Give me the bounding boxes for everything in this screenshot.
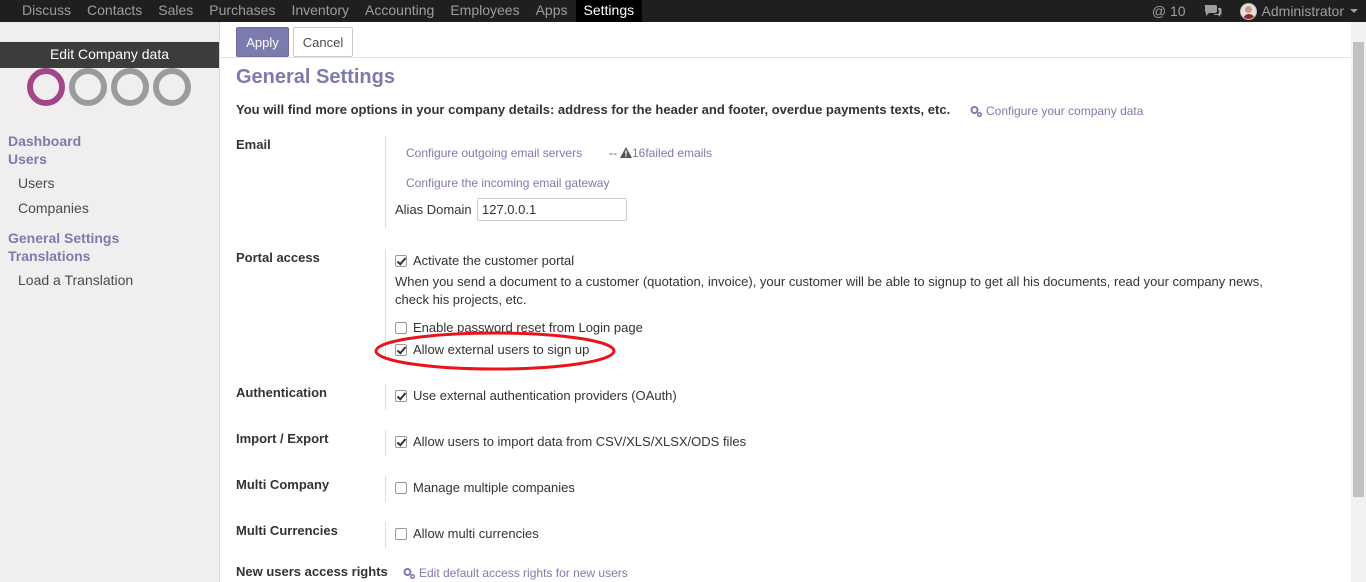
activate-portal-label: Activate the customer portal bbox=[413, 253, 575, 268]
new-users-section-label: New users access rights bbox=[236, 564, 388, 579]
failed-emails-label: 16failed emails bbox=[632, 146, 713, 160]
sidebar-item-users[interactable]: Users bbox=[18, 175, 55, 191]
portal-section-label: Portal access bbox=[236, 250, 320, 265]
chat-bubbles-icon bbox=[1204, 5, 1222, 17]
control-panel: Apply Cancel bbox=[220, 22, 1351, 58]
configure-company-label: Configure your company data bbox=[986, 104, 1144, 118]
mentions-count: 10 bbox=[1169, 3, 1186, 19]
scrollbar[interactable] bbox=[1351, 22, 1366, 582]
email-section-label: Email bbox=[236, 137, 271, 152]
sidebar-item-dashboard[interactable]: Dashboard bbox=[8, 133, 81, 149]
menu-apps[interactable]: Apps bbox=[528, 0, 576, 22]
import-label: Allow users to import data from CSV/XLS/… bbox=[413, 434, 747, 449]
gears-icon bbox=[970, 106, 982, 117]
odoo-logo bbox=[27, 68, 191, 106]
mentions-button[interactable]: @ 10 bbox=[1152, 3, 1186, 19]
divider bbox=[385, 476, 386, 502]
portal-description: When you send a document to a customer (… bbox=[395, 274, 1263, 307]
edit-access-rights-link[interactable]: Edit default access rights for new users bbox=[403, 566, 628, 580]
oauth-label: Use external authentication providers (O… bbox=[413, 388, 677, 403]
multi-currencies-label: Allow multi currencies bbox=[413, 526, 539, 541]
messages-button[interactable] bbox=[1204, 4, 1222, 18]
app-menu: Discuss Contacts Sales Purchases Invento… bbox=[14, 0, 643, 22]
systray: @ 10 Administrator bbox=[1134, 0, 1358, 22]
multi-company-label: Manage multiple companies bbox=[413, 480, 575, 495]
gears-icon bbox=[403, 568, 415, 579]
authentication-section-label: Authentication bbox=[236, 385, 327, 400]
cancel-button[interactable]: Cancel bbox=[293, 27, 353, 57]
scrollbar-thumb[interactable] bbox=[1353, 42, 1364, 497]
menu-inventory[interactable]: Inventory bbox=[283, 0, 357, 22]
sidebar: Edit Company data Dashboard Users Users … bbox=[0, 22, 220, 582]
sidebar-section-users: Users bbox=[8, 151, 47, 167]
menu-discuss[interactable]: Discuss bbox=[14, 0, 79, 22]
red-ellipse-annotation bbox=[374, 331, 616, 371]
alias-domain-input[interactable] bbox=[477, 198, 627, 221]
sidebar-item-companies[interactable]: Companies bbox=[18, 200, 89, 216]
caret-down-icon bbox=[1350, 9, 1358, 13]
configure-company-link[interactable]: Configure your company data bbox=[970, 104, 1143, 118]
edit-company-button[interactable]: Edit Company data bbox=[0, 42, 219, 68]
divider bbox=[385, 430, 386, 456]
user-name: Administrator bbox=[1261, 3, 1344, 19]
warning-icon bbox=[620, 147, 632, 158]
sidebar-item-general-settings[interactable]: General Settings bbox=[8, 230, 119, 246]
multi-company-section-label: Multi Company bbox=[236, 477, 330, 492]
failed-emails-link[interactable]: 16failed emails bbox=[620, 146, 712, 160]
multi-currencies-option[interactable]: Allow multi currencies bbox=[395, 526, 539, 541]
multi-currencies-section-label: Multi Currencies bbox=[236, 523, 338, 538]
sidebar-section-translations: Translations bbox=[8, 248, 91, 264]
menu-accounting[interactable]: Accounting bbox=[357, 0, 442, 22]
activate-portal-option[interactable]: Activate the customer portal bbox=[395, 253, 574, 268]
oauth-checkbox[interactable] bbox=[395, 390, 407, 402]
multi-currencies-checkbox[interactable] bbox=[395, 528, 407, 540]
divider bbox=[385, 522, 386, 548]
multi-company-checkbox[interactable] bbox=[395, 482, 407, 494]
import-checkbox[interactable] bbox=[395, 436, 407, 448]
import-export-section-label: Import / Export bbox=[236, 431, 329, 446]
import-option[interactable]: Allow users to import data from CSV/XLS/… bbox=[395, 434, 746, 449]
sidebar-item-load-translation[interactable]: Load a Translation bbox=[18, 272, 133, 288]
user-menu[interactable]: Administrator bbox=[1239, 2, 1358, 20]
activate-portal-checkbox[interactable] bbox=[395, 255, 407, 267]
divider bbox=[385, 136, 386, 228]
at-icon: @ bbox=[1151, 3, 1167, 19]
alias-domain-label: Alias Domain bbox=[395, 202, 472, 217]
avatar bbox=[1239, 2, 1257, 20]
multi-company-option[interactable]: Manage multiple companies bbox=[395, 480, 575, 495]
dash-separator: -- bbox=[609, 146, 617, 160]
menu-purchases[interactable]: Purchases bbox=[201, 0, 283, 22]
menu-contacts[interactable]: Contacts bbox=[79, 0, 150, 22]
edit-access-rights-label: Edit default access rights for new users bbox=[419, 566, 628, 580]
configure-incoming-link[interactable]: Configure the incoming email gateway bbox=[406, 176, 609, 190]
divider bbox=[385, 384, 386, 410]
oauth-option[interactable]: Use external authentication providers (O… bbox=[395, 388, 677, 403]
page-title: General Settings bbox=[236, 66, 395, 88]
menu-sales[interactable]: Sales bbox=[150, 0, 201, 22]
menu-settings[interactable]: Settings bbox=[575, 0, 643, 22]
intro-text: You will find more options in your compa… bbox=[236, 102, 951, 117]
menu-employees[interactable]: Employees bbox=[442, 0, 527, 22]
apply-button[interactable]: Apply bbox=[236, 27, 289, 57]
configure-outgoing-link[interactable]: Configure outgoing email servers bbox=[406, 146, 582, 160]
top-navbar: Discuss Contacts Sales Purchases Invento… bbox=[0, 0, 1366, 22]
